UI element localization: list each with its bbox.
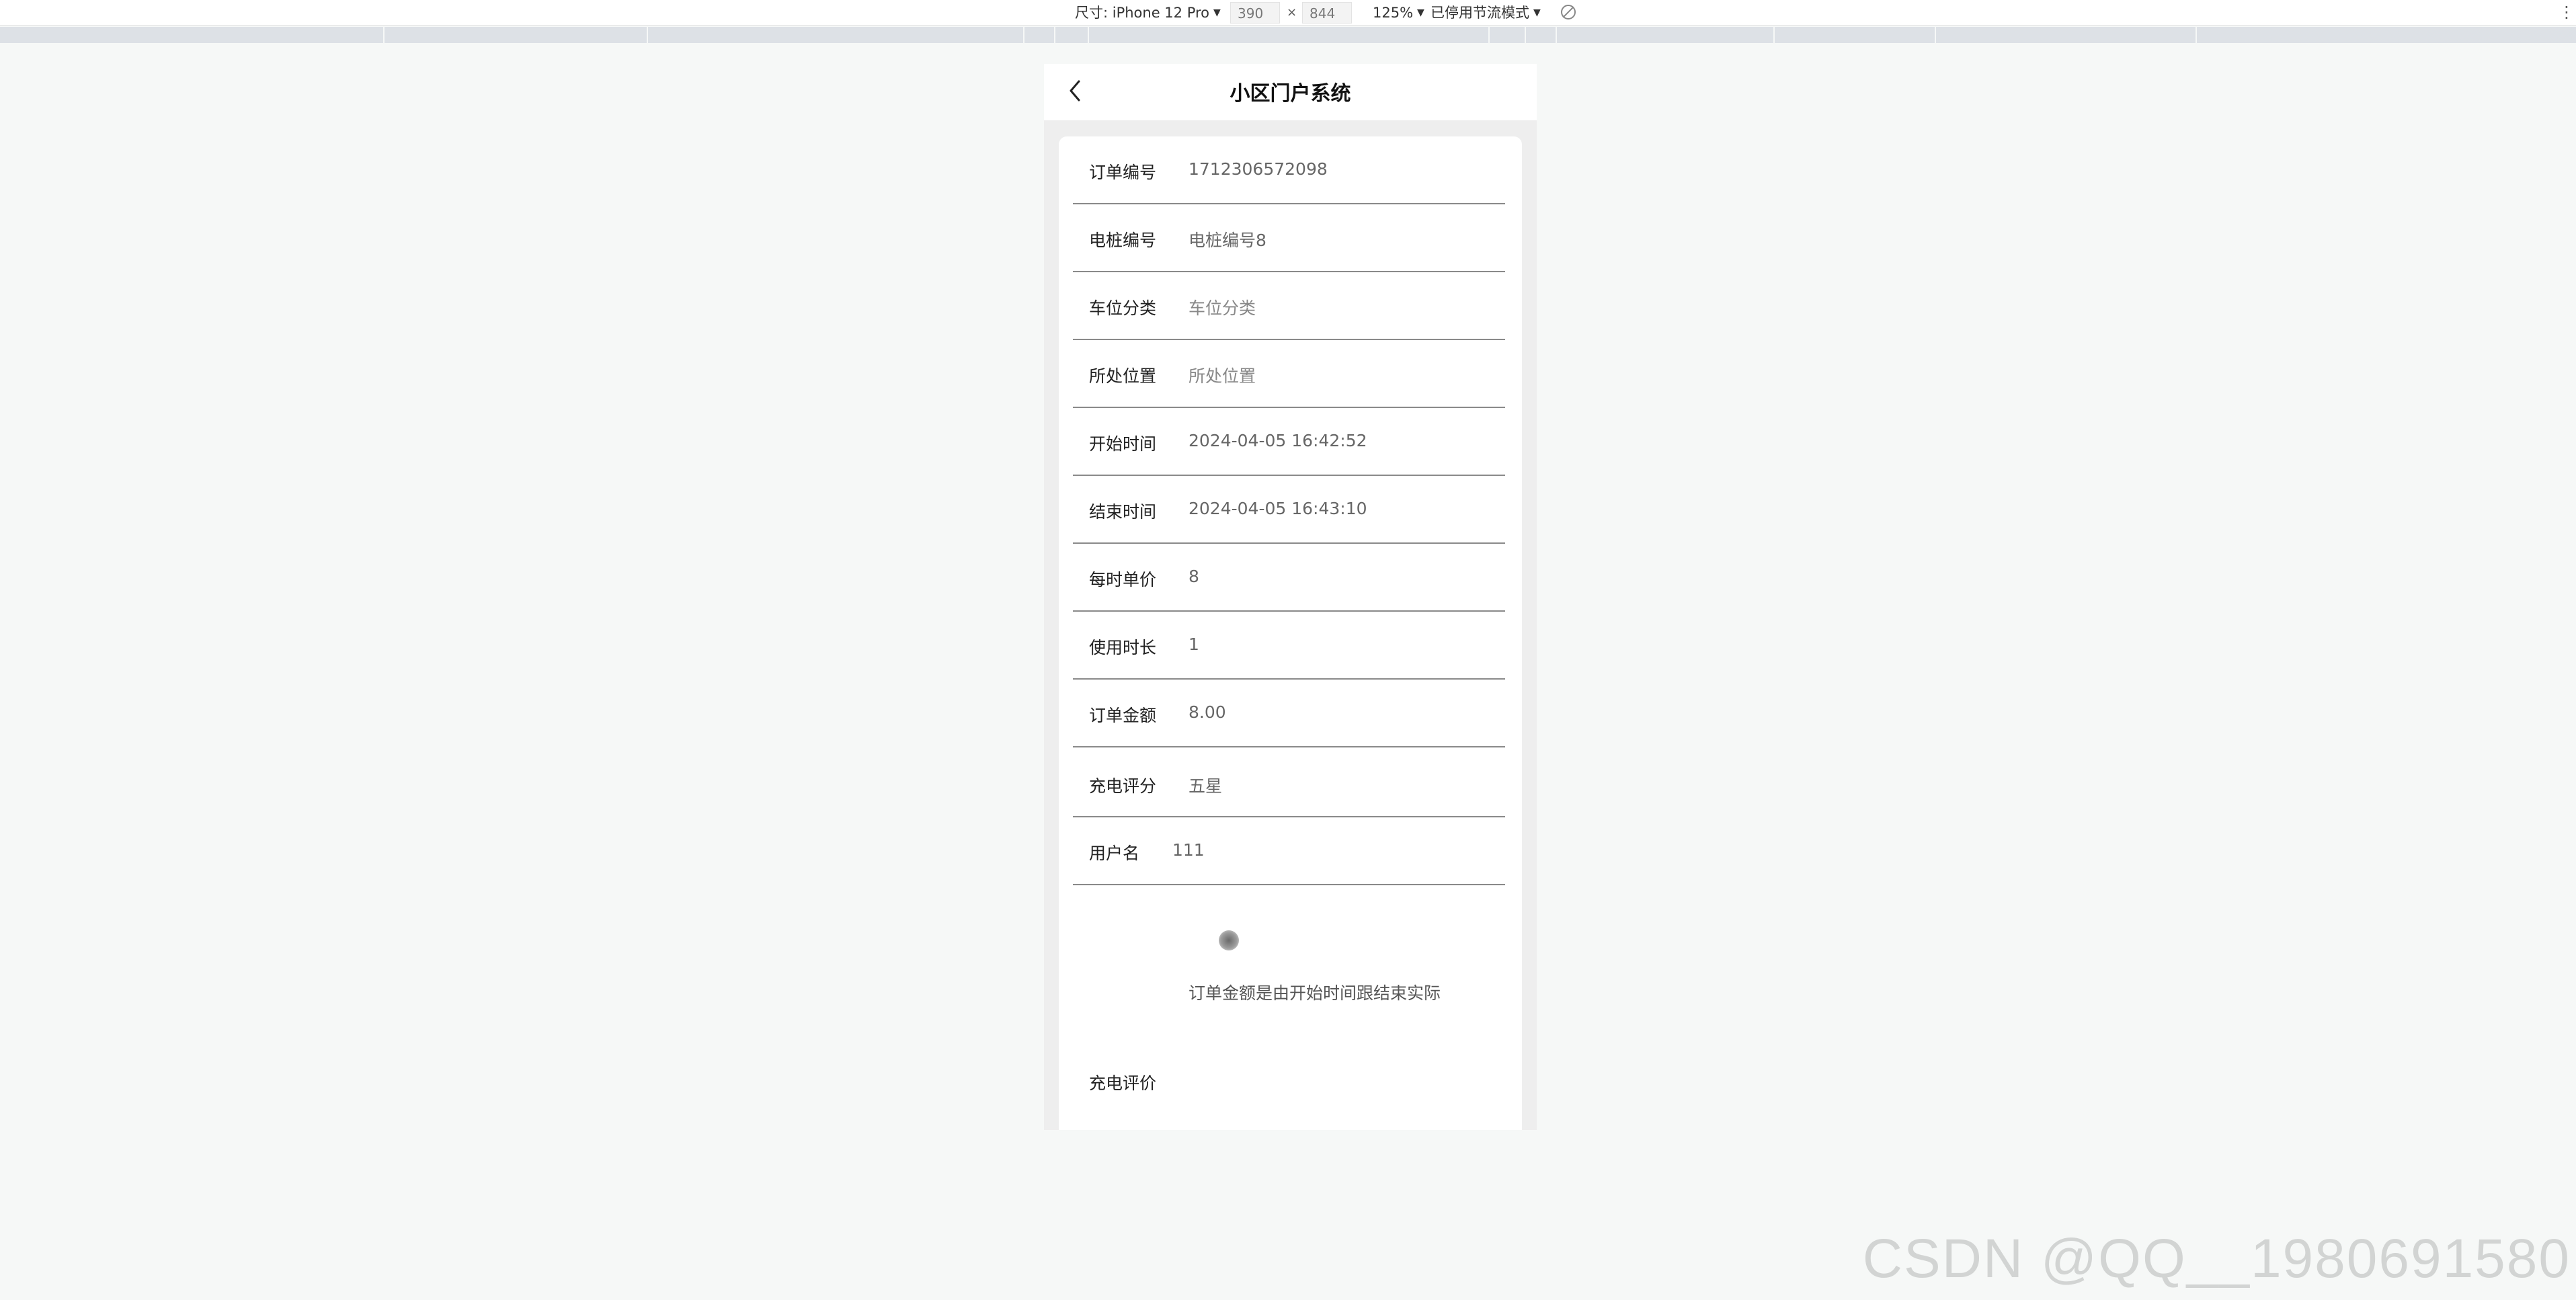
ruler-segment[interactable] <box>1024 27 1055 43</box>
ruler-segment[interactable] <box>648 27 1024 43</box>
field-label: 车位分类 <box>1089 298 1157 318</box>
charging-review-label: 充电评价 <box>1089 1073 1157 1093</box>
field-label: 所处位置 <box>1089 366 1157 386</box>
form-row-end-time: 结束时间 2024-04-05 16:43:10 <box>1073 476 1505 544</box>
start-time-field[interactable]: 2024-04-05 16:42:52 <box>1189 431 1367 450</box>
location-field[interactable]: 所处位置 <box>1189 363 1256 387</box>
spot-category-field[interactable]: 车位分类 <box>1189 295 1256 319</box>
zoom-label: 125% <box>1373 5 1414 21</box>
ruler-segment[interactable] <box>1936 27 2197 43</box>
order-amount-field[interactable]: 8.00 <box>1189 702 1226 722</box>
order-detail-card: 订单编号 1712306572098 电桩编号 电桩编号8 车位分类 车位分类 … <box>1059 136 1522 1130</box>
ruler-segment[interactable] <box>1089 27 1490 43</box>
field-label: 用户名 <box>1089 844 1140 863</box>
field-label: 电桩编号 <box>1089 231 1157 250</box>
field-label: 开始时间 <box>1089 434 1157 454</box>
ruler-segment[interactable] <box>1557 27 1775 43</box>
watermark: CSDN @QQ__1980691580 <box>1862 1228 2571 1289</box>
ruler-segment[interactable] <box>1490 27 1526 43</box>
form-row-username: 用户名 111 <box>1073 817 1505 885</box>
caret-down-icon: ▼ <box>1533 7 1541 18</box>
field-label: 使用时长 <box>1089 638 1157 657</box>
duration-field[interactable]: 1 <box>1189 635 1199 654</box>
form-row-start-time: 开始时间 2024-04-05 16:42:52 <box>1073 408 1505 476</box>
form-row-rating: 充电评分 五星 <box>1073 747 1505 817</box>
media-query-ruler[interactable] <box>0 27 2576 43</box>
device-viewport: 小区门户系统 订单编号 1712306572098 电桩编号 电桩编号8 车位分… <box>1044 64 1537 1130</box>
form-row-pile-no: 电桩编号 电桩编号8 <box>1073 204 1505 272</box>
touch-cursor-icon <box>1219 930 1239 950</box>
app-header: 小区门户系统 <box>1044 64 1537 120</box>
field-label: 订单金额 <box>1089 706 1157 725</box>
form-row-duration: 使用时长 1 <box>1073 612 1505 680</box>
field-label: 充电评分 <box>1089 776 1157 796</box>
device-selector[interactable]: 尺寸: iPhone 12 Pro ▼ <box>1075 3 1221 23</box>
throttle-off-icon[interactable] <box>1561 5 1576 19</box>
ruler-segment[interactable] <box>0 27 385 43</box>
form-row-hourly-price: 每时单价 8 <box>1073 544 1505 612</box>
caret-down-icon: ▼ <box>1213 7 1221 18</box>
devtools-toolbar: 尺寸: iPhone 12 Pro ▼ 390 × 844 125% ▼ 已停用节流… <box>0 0 2576 26</box>
page-title: 小区门户系统 <box>1230 82 1351 106</box>
rating-select[interactable]: 五星 <box>1189 773 1222 797</box>
ruler-segment[interactable] <box>1526 27 1557 43</box>
hourly-price-field[interactable]: 8 <box>1189 567 1199 586</box>
zoom-selector[interactable]: 125% ▼ <box>1373 3 1424 23</box>
amount-note: 订单金额是由开始时间跟结束实际 <box>1189 983 1441 1003</box>
ruler-segment[interactable] <box>2197 27 2576 43</box>
width-input[interactable]: 390 <box>1230 2 1280 24</box>
dimension-separator: × <box>1287 5 1297 19</box>
field-label: 每时单价 <box>1089 570 1157 590</box>
throttle-label: 已停用节流模式 <box>1431 5 1529 21</box>
username-field[interactable]: 111 <box>1172 840 1205 860</box>
chevron-left-icon[interactable] <box>1063 77 1090 104</box>
ruler-segment[interactable] <box>1055 27 1089 43</box>
more-vert-icon[interactable]: ⋮ <box>2559 3 2575 22</box>
pile-no-field[interactable]: 电桩编号8 <box>1189 227 1266 251</box>
form-row-location: 所处位置 所处位置 <box>1073 340 1505 408</box>
field-label: 订单编号 <box>1089 163 1157 182</box>
field-label: 结束时间 <box>1089 502 1157 522</box>
caret-down-icon: ▼ <box>1417 7 1424 18</box>
form-row-spot-category: 车位分类 车位分类 <box>1073 272 1505 340</box>
order-no-field[interactable]: 1712306572098 <box>1189 159 1328 179</box>
form-row-order-amount: 订单金额 8.00 <box>1073 680 1505 747</box>
height-input[interactable]: 844 <box>1302 2 1352 24</box>
throttle-selector[interactable]: 已停用节流模式 ▼ <box>1431 3 1541 23</box>
ruler-segment[interactable] <box>385 27 648 43</box>
end-time-field[interactable]: 2024-04-05 16:43:10 <box>1189 499 1367 518</box>
device-label: 尺寸: iPhone 12 Pro <box>1075 5 1210 21</box>
form-row-order-no: 订单编号 1712306572098 <box>1073 136 1505 204</box>
ruler-segment[interactable] <box>1775 27 1936 43</box>
